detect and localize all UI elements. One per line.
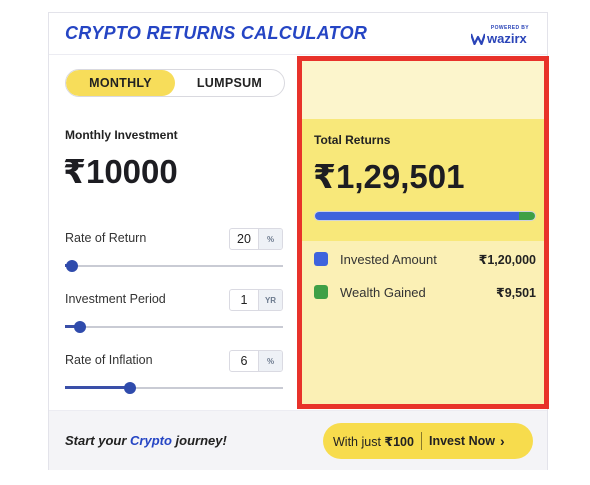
slider-thumb[interactable] — [74, 321, 87, 333]
wazirx-logo[interactable]: POWERED BY wazirx — [469, 25, 529, 47]
mode-toggle: MONTHLY LUMPSUM — [65, 69, 285, 97]
rate-of-return-slider[interactable] — [65, 260, 283, 272]
footer-tagline: Start your Crypto journey! — [65, 433, 227, 448]
calculator-title: CRYPTO RETURNS CALCULATOR — [65, 23, 368, 43]
calculator-header: CRYPTO RETURNS CALCULATOR POWERED BY waz… — [49, 13, 547, 55]
returns-progress-bar — [314, 211, 536, 221]
legend-gained: Wealth Gained ₹9,501 — [314, 283, 536, 301]
tagline-highlight: Crypto — [130, 433, 172, 448]
invested-label: Invested Amount — [340, 251, 437, 267]
toggle-lumpsum[interactable]: LUMPSUM — [175, 70, 284, 96]
rate-of-inflation-slider[interactable] — [65, 382, 283, 394]
investment-period-label: Investment Period — [65, 292, 166, 306]
rate-of-return-input[interactable]: 20 % — [229, 228, 283, 250]
investment-amount[interactable]: ₹10000 — [63, 152, 178, 191]
slider-track — [65, 265, 283, 267]
calculator-footer: Start your Crypto journey! With just ₹10… — [49, 410, 547, 470]
gained-value: ₹9,501 — [496, 285, 536, 300]
rate-of-return-label: Rate of Return — [65, 231, 147, 245]
slider-thumb[interactable] — [124, 382, 137, 394]
inputs-panel: MONTHLY LUMPSUM Monthly Investment ₹1000… — [49, 56, 295, 408]
rate-of-inflation-input[interactable]: 6 % — [229, 350, 283, 372]
calculator-card: CRYPTO RETURNS CALCULATOR POWERED BY waz… — [48, 12, 549, 470]
cta-pre-text: With just — [333, 434, 385, 449]
total-returns-value: ₹1,29,501 — [313, 158, 465, 195]
slider-thumb[interactable] — [65, 260, 78, 272]
tagline-pre: Start your — [65, 433, 131, 448]
cta-amount: ₹100 — [384, 434, 414, 449]
gain-bar-segment — [518, 212, 535, 220]
cta-action: Invest Now — [428, 434, 495, 448]
investment-period-unit: YR — [258, 290, 282, 310]
investment-period-value[interactable]: 1 — [230, 290, 258, 310]
investment-period-slider[interactable] — [65, 321, 283, 333]
invested-bar-segment — [315, 212, 519, 220]
slider-track — [65, 326, 283, 328]
gained-swatch — [314, 285, 328, 299]
investment-period-input[interactable]: 1 YR — [229, 289, 283, 311]
results-panel: Total Returns ₹1,29,501 Invested Amount … — [297, 56, 549, 409]
toggle-monthly[interactable]: MONTHLY — [66, 70, 175, 96]
legend-invested: Invested Amount ₹1,20,000 — [314, 250, 536, 268]
wazirx-logo-icon — [471, 33, 485, 45]
cta-divider — [420, 432, 422, 450]
invested-swatch — [314, 252, 328, 266]
tagline-post: journey! — [171, 433, 227, 448]
rate-of-inflation-unit: % — [258, 351, 282, 371]
results-top-band — [302, 61, 544, 119]
rate-of-inflation-value[interactable]: 6 — [230, 351, 258, 371]
wazirx-logo-text: wazirx — [487, 31, 527, 46]
chevron-right-icon: › — [499, 433, 505, 449]
slider-fill — [65, 386, 131, 389]
rate-of-inflation-label: Rate of Inflation — [65, 353, 153, 367]
invested-value: ₹1,20,000 — [478, 252, 536, 267]
rate-of-return-value[interactable]: 20 — [230, 229, 258, 249]
investment-label: Monthly Investment — [65, 128, 178, 142]
rate-of-return-unit: % — [258, 229, 282, 249]
invest-now-button[interactable]: With just ₹100 Invest Now › — [323, 423, 533, 459]
gained-label: Wealth Gained — [340, 284, 426, 300]
total-returns-label: Total Returns — [314, 133, 391, 147]
cta-prefix: With just ₹100 — [333, 434, 414, 449]
